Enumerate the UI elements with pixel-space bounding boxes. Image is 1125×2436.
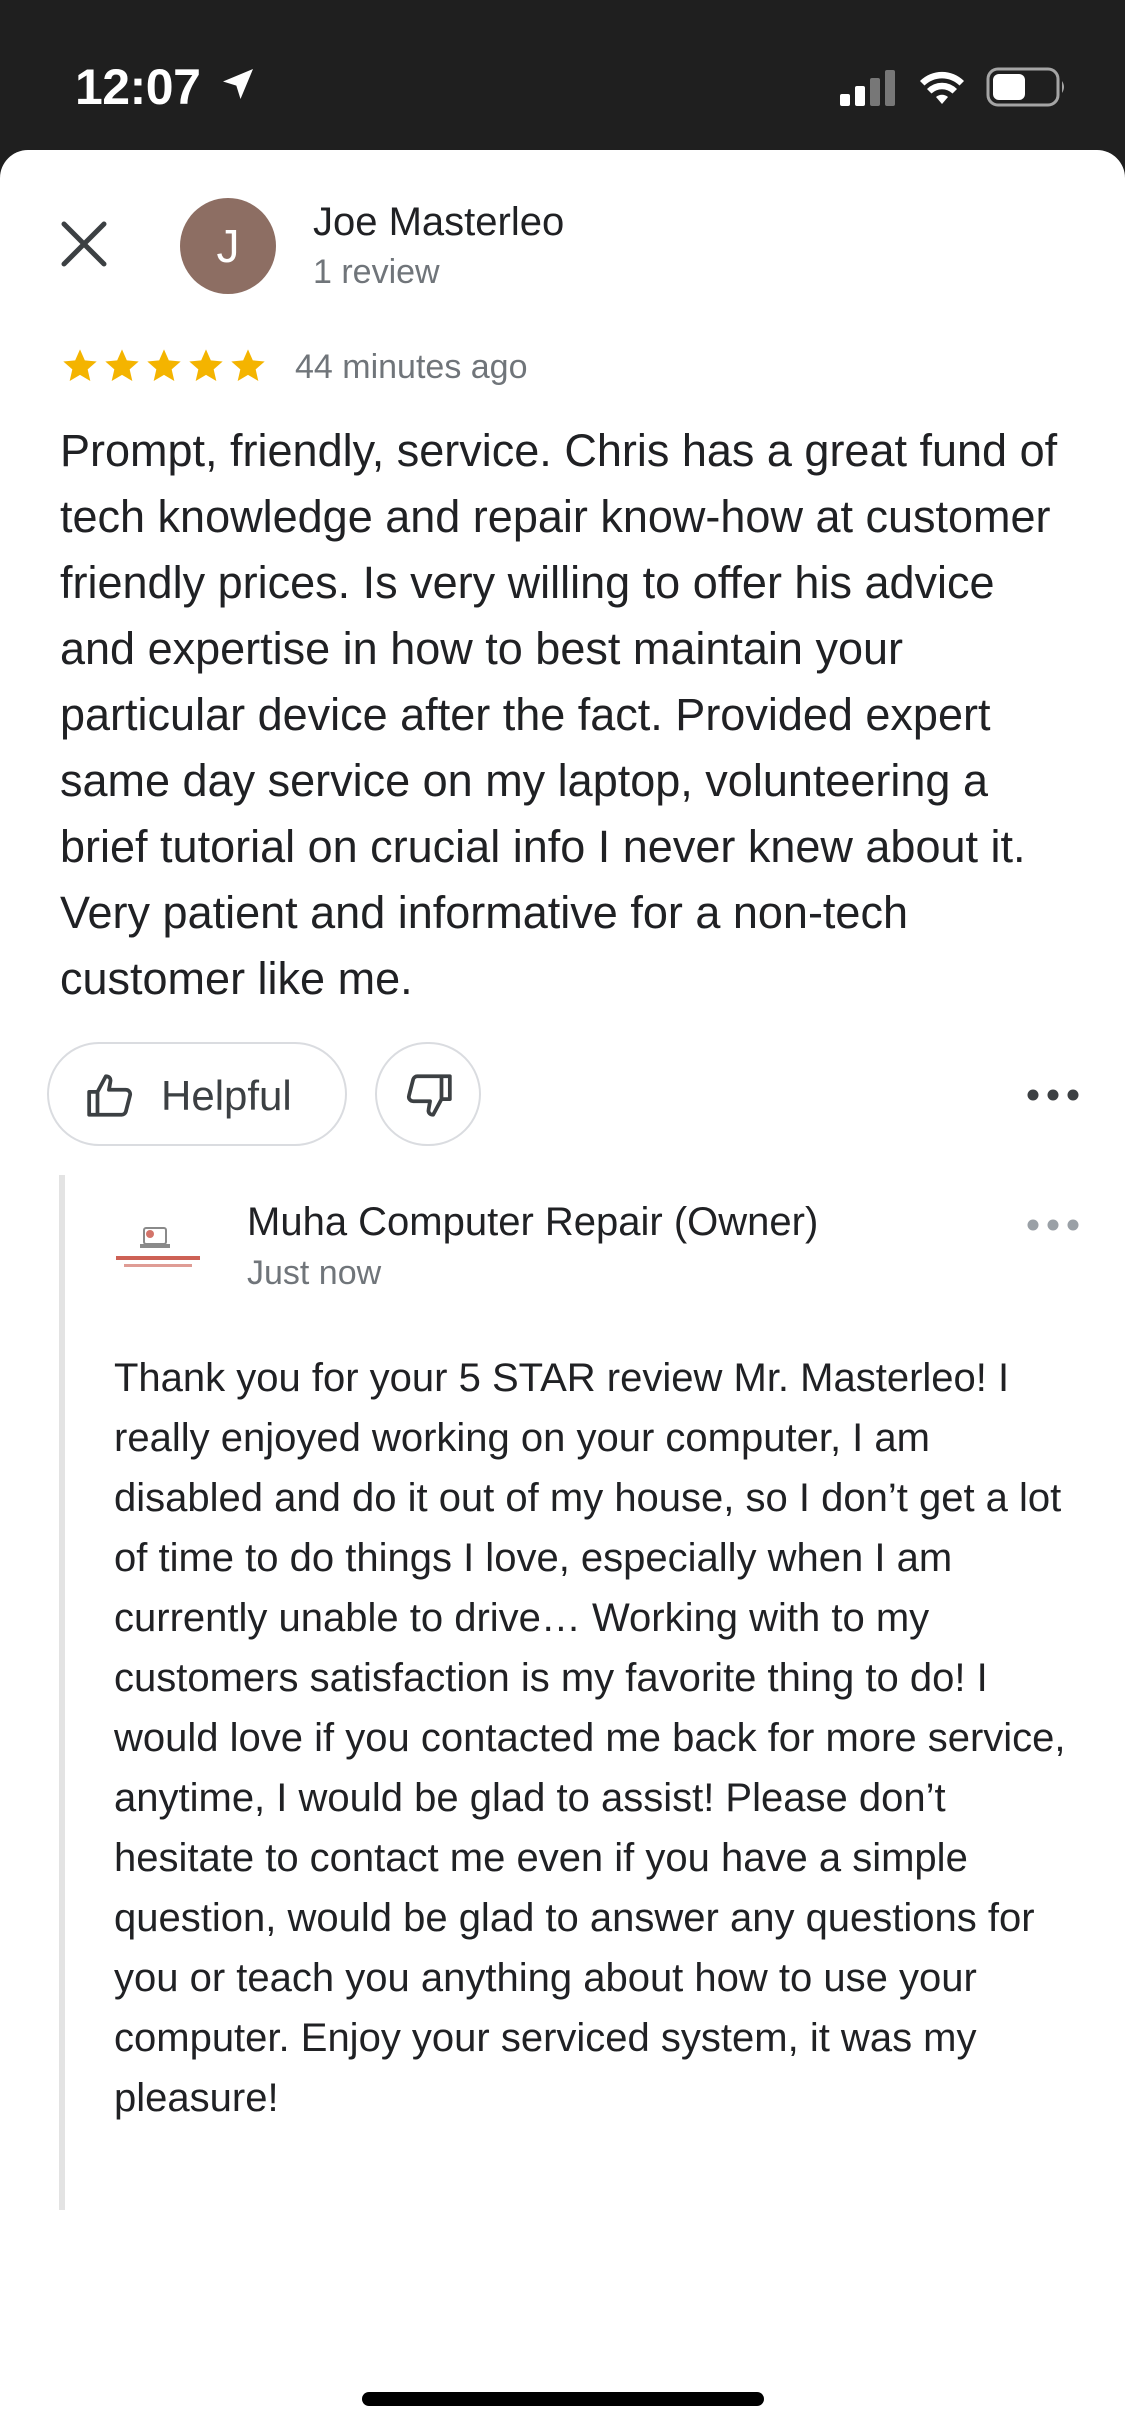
location-arrow-icon xyxy=(223,69,253,99)
star-icon xyxy=(231,349,265,381)
more-options-icon[interactable] xyxy=(1026,1080,1080,1110)
star-icon xyxy=(189,349,223,381)
owner-logo-icon xyxy=(116,1227,200,1267)
owner-reply-text: Thank you for your 5 STAR review Mr. Mas… xyxy=(114,1356,1066,2120)
thumbs-up-icon xyxy=(87,1074,133,1117)
star-icon xyxy=(63,349,97,381)
helpful-label: Helpful xyxy=(161,1072,292,1119)
status-bar: 12:07 xyxy=(0,0,1125,150)
status-time: 12:07 xyxy=(75,59,201,115)
thumbs-down-icon xyxy=(406,1074,452,1117)
cellular-signal-icon xyxy=(840,70,895,106)
not-helpful-button[interactable] xyxy=(375,1042,481,1146)
owner-reply-time: Just now xyxy=(247,1254,382,1292)
wifi-icon xyxy=(920,71,964,104)
reviewer-name[interactable]: Joe Masterleo xyxy=(313,200,564,245)
close-icon[interactable] xyxy=(58,218,110,270)
avatar[interactable]: J xyxy=(180,198,276,294)
helpful-button[interactable]: Helpful xyxy=(47,1042,347,1146)
review-count: 1 review xyxy=(313,253,440,291)
owner-name: Muha Computer Repair (Owner) xyxy=(247,1200,819,1244)
reply-divider xyxy=(59,1175,65,2210)
review-time: 44 minutes ago xyxy=(295,348,528,386)
star-rating xyxy=(60,346,270,390)
reply-more-options-icon[interactable] xyxy=(1026,1210,1080,1240)
battery-icon xyxy=(986,67,1064,107)
star-icon xyxy=(147,349,181,381)
review-text: Prompt, friendly, service. Chris has a g… xyxy=(60,425,1058,1004)
home-indicator[interactable] xyxy=(362,2392,764,2406)
star-icon xyxy=(105,349,139,381)
